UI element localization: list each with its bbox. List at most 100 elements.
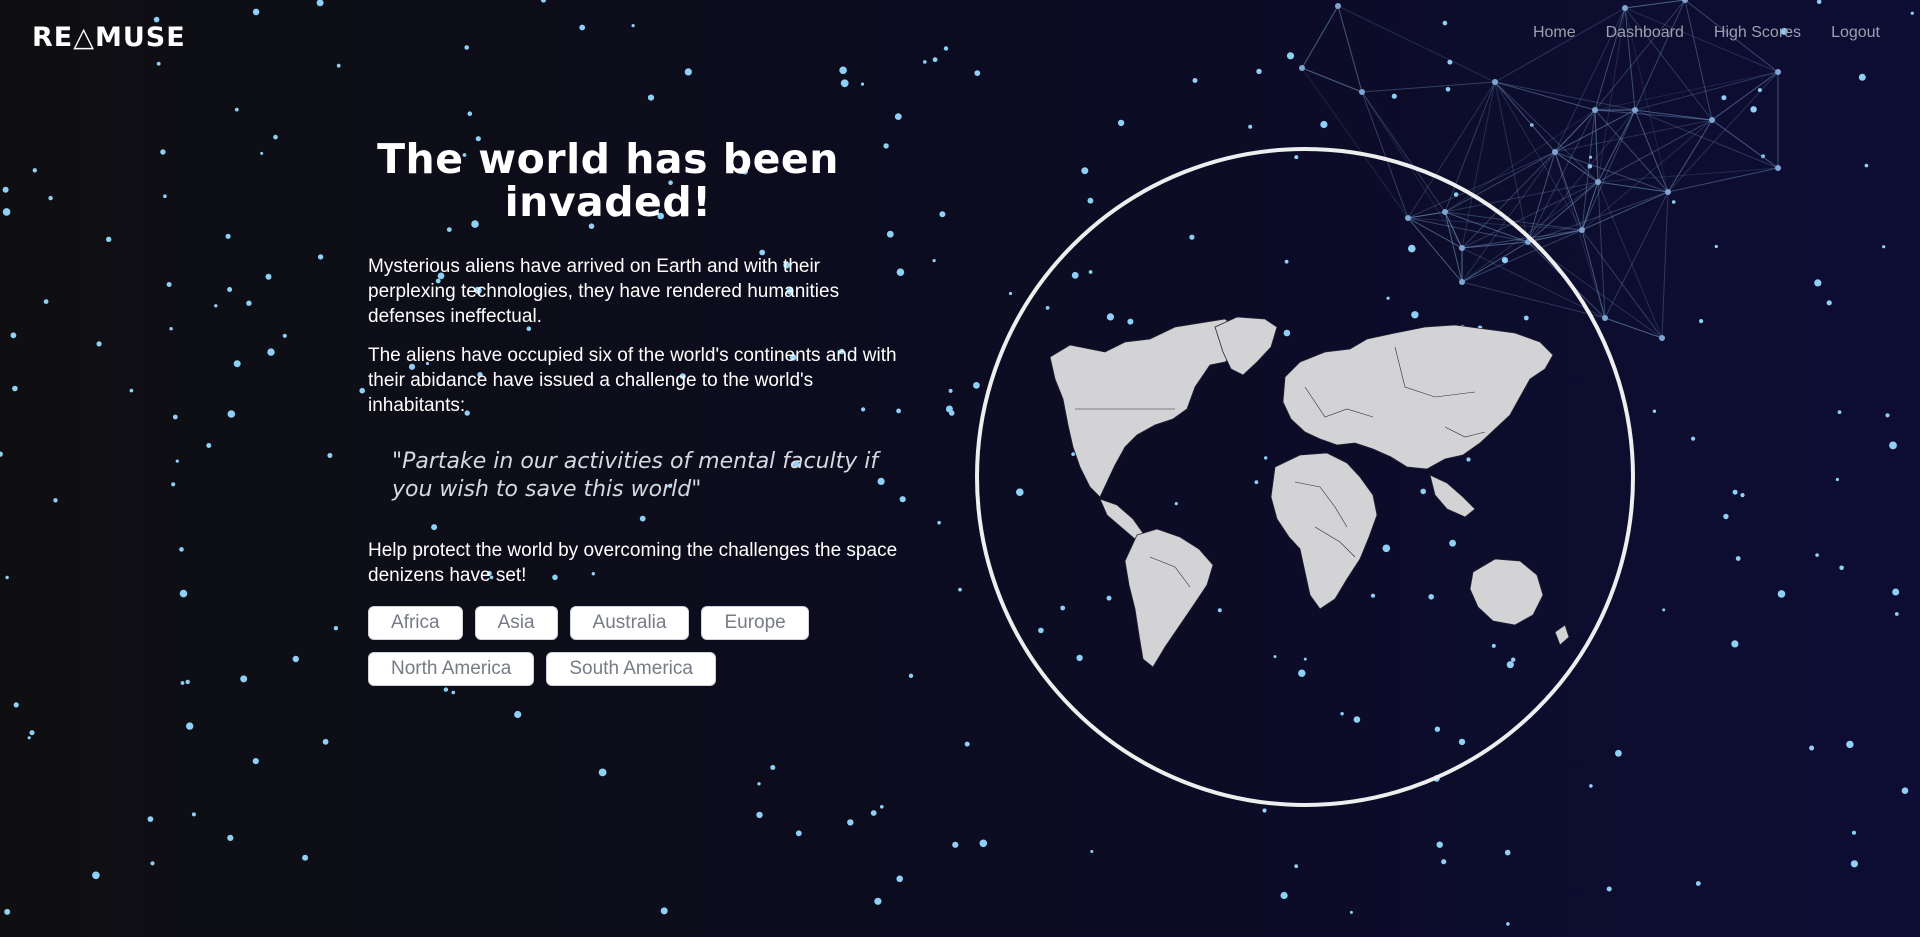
network-line	[1361, 81, 1496, 93]
star	[29, 730, 35, 736]
star	[1731, 640, 1739, 648]
star	[1691, 436, 1696, 441]
star	[1894, 612, 1899, 616]
network-line	[1301, 5, 1339, 69]
star	[206, 443, 212, 448]
nav-high-scores-link[interactable]: High Scores	[1714, 24, 1801, 42]
star	[336, 63, 341, 68]
star	[1090, 850, 1094, 853]
continent-button-asia[interactable]: Asia	[474, 606, 558, 640]
page-title: The world has been invaded!	[377, 135, 839, 226]
network-node	[1359, 89, 1365, 95]
star	[225, 233, 231, 239]
star	[1391, 93, 1397, 99]
star	[179, 589, 188, 598]
network-line	[1594, 109, 1713, 121]
star	[943, 46, 949, 51]
intro-section: The world has been invaded! Mysterious a…	[368, 138, 908, 686]
star	[860, 82, 865, 86]
star	[1714, 244, 1718, 249]
star	[302, 854, 309, 861]
star	[2, 186, 9, 193]
star	[240, 675, 248, 683]
network-node	[1622, 5, 1628, 11]
star	[92, 871, 100, 880]
star	[12, 385, 18, 392]
star	[939, 211, 946, 218]
star	[246, 300, 252, 306]
star	[292, 655, 299, 663]
star	[186, 722, 194, 730]
network-node	[1775, 69, 1781, 75]
intro-paragraph-1: Mysterious aliens have arrived on Earth …	[368, 256, 840, 327]
star	[1864, 163, 1869, 168]
star	[948, 410, 955, 416]
network-line	[1594, 71, 1779, 111]
continent-button-north-america[interactable]: North America	[368, 652, 535, 686]
star	[316, 0, 324, 7]
star	[1740, 493, 1745, 498]
intro-paragraph-2: The aliens have occupied six of the worl…	[368, 345, 897, 416]
star	[1735, 556, 1741, 561]
star	[1671, 200, 1676, 204]
world-globe	[975, 147, 1635, 807]
star	[1816, 0, 1822, 4]
continent-button-australia[interactable]: Australia	[569, 606, 690, 640]
logo[interactable]: RE△MUSE	[32, 22, 186, 53]
landmass-new-zealand	[1554, 624, 1570, 646]
star	[1837, 410, 1842, 414]
star	[147, 816, 154, 822]
network-node	[1709, 117, 1715, 123]
network-line	[1711, 119, 1779, 169]
nav-dashboard-link[interactable]: Dashboard	[1606, 24, 1684, 42]
star	[757, 782, 761, 786]
call-to-action-text: Help protect the world by overcoming the…	[368, 540, 898, 586]
network-line	[1337, 5, 1363, 93]
nav-home-link[interactable]: Home	[1533, 24, 1576, 42]
star	[870, 810, 877, 816]
landmass-southeast-asia	[1429, 474, 1476, 518]
star	[180, 681, 185, 685]
star	[1445, 87, 1451, 92]
network-node	[1492, 79, 1498, 85]
star	[1506, 922, 1510, 926]
nav-logout-link[interactable]: Logout	[1831, 24, 1880, 42]
network-node	[1659, 335, 1665, 341]
star	[1606, 886, 1612, 892]
star	[1889, 441, 1897, 450]
star	[233, 360, 241, 368]
star	[359, 387, 366, 394]
star	[1652, 409, 1657, 413]
star	[43, 299, 49, 304]
star	[964, 741, 970, 747]
star	[185, 679, 190, 685]
landmass-south-america	[1124, 528, 1214, 668]
star	[1814, 279, 1822, 287]
network-line	[1624, 0, 1686, 9]
star	[948, 388, 953, 393]
star	[467, 111, 473, 116]
star	[252, 758, 259, 765]
star	[96, 341, 102, 347]
star	[1815, 553, 1819, 557]
star	[795, 830, 802, 837]
star	[598, 768, 607, 777]
star	[327, 453, 333, 458]
star	[660, 907, 668, 915]
star	[1826, 300, 1832, 306]
star	[514, 710, 522, 719]
continent-button-africa[interactable]: Africa	[368, 606, 463, 640]
star	[540, 0, 547, 3]
star	[333, 626, 339, 631]
star	[932, 57, 938, 63]
landmass-north-america	[1049, 318, 1244, 498]
star	[5, 575, 9, 580]
continent-button-europe[interactable]: Europe	[701, 606, 809, 640]
star	[647, 94, 655, 101]
star	[1846, 740, 1854, 749]
network-node	[1665, 189, 1671, 195]
star	[1256, 68, 1262, 75]
continent-button-south-america[interactable]: South America	[546, 652, 716, 686]
star	[908, 673, 914, 678]
star	[156, 61, 161, 66]
